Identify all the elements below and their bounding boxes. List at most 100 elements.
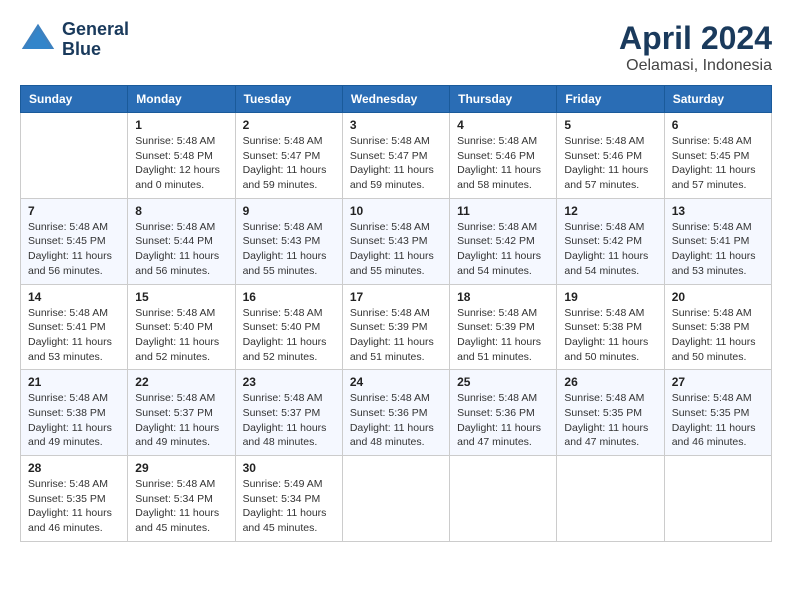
day-number: 6 [672,118,764,132]
day-number: 22 [135,375,227,389]
day-number: 16 [243,290,335,304]
day-number: 14 [28,290,120,304]
calendar-cell: 29 Sunrise: 5:48 AMSunset: 5:34 PMDayligh… [128,456,235,542]
day-number: 1 [135,118,227,132]
day-info: Sunrise: 5:48 AMSunset: 5:45 PMDaylight:… [672,134,764,193]
day-number: 25 [457,375,549,389]
weekday-header: Saturday [664,86,771,113]
calendar-week-row: 14 Sunrise: 5:48 AMSunset: 5:41 PMDayligh… [21,284,772,370]
day-number: 27 [672,375,764,389]
calendar-header-row: SundayMondayTuesdayWednesdayThursdayFrid… [21,86,772,113]
calendar-cell: 5 Sunrise: 5:48 AMSunset: 5:46 PMDaylight… [557,113,664,199]
location-subtitle: Oelamasi, Indonesia [619,57,772,75]
day-info: Sunrise: 5:49 AMSunset: 5:34 PMDaylight:… [243,477,335,536]
calendar-cell: 16 Sunrise: 5:48 AMSunset: 5:40 PMDayligh… [235,284,342,370]
calendar-cell [450,456,557,542]
day-info: Sunrise: 5:48 AMSunset: 5:38 PMDaylight:… [672,306,764,365]
day-number: 3 [350,118,442,132]
day-info: Sunrise: 5:48 AMSunset: 5:41 PMDaylight:… [28,306,120,365]
day-info: Sunrise: 5:48 AMSunset: 5:46 PMDaylight:… [564,134,656,193]
calendar-cell: 28Sunrise: 5:48 AMSunset: 5:35 PMDayligh… [21,456,128,542]
day-info: Sunrise: 5:48 AMSunset: 5:47 PMDaylight:… [350,134,442,193]
day-info: Sunrise: 5:48 AMSunset: 5:35 PMDaylight:… [564,391,656,450]
day-info: Sunrise: 5:48 AMSunset: 5:39 PMDaylight:… [350,306,442,365]
calendar-cell: 6 Sunrise: 5:48 AMSunset: 5:45 PMDaylight… [664,113,771,199]
page-header: General Blue April 2024 Oelamasi, Indone… [20,20,772,75]
day-info: Sunrise: 5:48 AMSunset: 5:45 PMDaylight:… [28,220,120,279]
calendar-cell [664,456,771,542]
calendar-cell: 27 Sunrise: 5:48 AMSunset: 5:35 PMDayligh… [664,370,771,456]
weekday-header: Sunday [21,86,128,113]
day-info: Sunrise: 5:48 AMSunset: 5:41 PMDaylight:… [672,220,764,279]
day-info: Sunrise: 5:48 AMSunset: 5:36 PMDaylight:… [457,391,549,450]
calendar-cell: 11 Sunrise: 5:48 AMSunset: 5:42 PMDayligh… [450,198,557,284]
day-info: Sunrise: 5:48 AMSunset: 5:42 PMDaylight:… [457,220,549,279]
weekday-header: Monday [128,86,235,113]
day-number: 28 [28,461,120,475]
day-number: 7 [28,204,120,218]
day-info: Sunrise: 5:48 AMSunset: 5:37 PMDaylight:… [135,391,227,450]
calendar-cell: 25 Sunrise: 5:48 AMSunset: 5:36 PMDayligh… [450,370,557,456]
calendar-cell [342,456,449,542]
calendar-week-row: 7 Sunrise: 5:48 AMSunset: 5:45 PMDaylight… [21,198,772,284]
logo: General Blue [20,20,129,60]
calendar-cell: 9Sunrise: 5:48 AMSunset: 5:43 PMDaylight… [235,198,342,284]
day-info: Sunrise: 5:48 AMSunset: 5:40 PMDaylight:… [243,306,335,365]
day-info: Sunrise: 5:48 AMSunset: 5:38 PMDaylight:… [564,306,656,365]
day-number: 23 [243,375,335,389]
calendar-cell: 23Sunrise: 5:48 AMSunset: 5:37 PMDayligh… [235,370,342,456]
day-number: 12 [564,204,656,218]
calendar-cell: 14 Sunrise: 5:48 AMSunset: 5:41 PMDayligh… [21,284,128,370]
month-year-title: April 2024 [619,20,772,57]
day-info: Sunrise: 5:48 AMSunset: 5:44 PMDaylight:… [135,220,227,279]
calendar-cell [21,113,128,199]
calendar-cell: 21 Sunrise: 5:48 AMSunset: 5:38 PMDayligh… [21,370,128,456]
calendar-cell: 17Sunrise: 5:48 AMSunset: 5:39 PMDayligh… [342,284,449,370]
day-number: 29 [135,461,227,475]
calendar-cell: 13 Sunrise: 5:48 AMSunset: 5:41 PMDayligh… [664,198,771,284]
day-number: 21 [28,375,120,389]
day-info: Sunrise: 5:48 AMSunset: 5:38 PMDaylight:… [28,391,120,450]
calendar-cell: 2 Sunrise: 5:48 AMSunset: 5:47 PMDaylight… [235,113,342,199]
calendar-cell: 15 Sunrise: 5:48 AMSunset: 5:40 PMDayligh… [128,284,235,370]
day-number: 24 [350,375,442,389]
day-number: 8 [135,204,227,218]
calendar-cell: 24 Sunrise: 5:48 AMSunset: 5:36 PMDayligh… [342,370,449,456]
day-number: 2 [243,118,335,132]
day-info: Sunrise: 5:48 AMSunset: 5:36 PMDaylight:… [350,391,442,450]
calendar-cell: 20 Sunrise: 5:48 AMSunset: 5:38 PMDayligh… [664,284,771,370]
day-info: Sunrise: 5:48 AMSunset: 5:42 PMDaylight:… [564,220,656,279]
day-info: Sunrise: 5:48 AMSunset: 5:48 PMDaylight:… [135,134,227,193]
day-number: 13 [672,204,764,218]
day-info: Sunrise: 5:48 AMSunset: 5:35 PMDaylight:… [672,391,764,450]
calendar-cell: 3 Sunrise: 5:48 AMSunset: 5:47 PMDaylight… [342,113,449,199]
day-info: Sunrise: 5:48 AMSunset: 5:43 PMDaylight:… [350,220,442,279]
calendar-table: SundayMondayTuesdayWednesdayThursdayFrid… [20,85,772,542]
day-number: 19 [564,290,656,304]
logo-text: General Blue [62,20,129,60]
day-number: 4 [457,118,549,132]
day-number: 20 [672,290,764,304]
day-info: Sunrise: 5:48 AMSunset: 5:43 PMDaylight:… [243,220,335,279]
calendar-cell: 10Sunrise: 5:48 AMSunset: 5:43 PMDayligh… [342,198,449,284]
weekday-header: Thursday [450,86,557,113]
day-number: 18 [457,290,549,304]
calendar-week-row: 21 Sunrise: 5:48 AMSunset: 5:38 PMDayligh… [21,370,772,456]
day-number: 15 [135,290,227,304]
calendar-cell: 12 Sunrise: 5:48 AMSunset: 5:42 PMDayligh… [557,198,664,284]
day-info: Sunrise: 5:48 AMSunset: 5:46 PMDaylight:… [457,134,549,193]
day-info: Sunrise: 5:48 AMSunset: 5:40 PMDaylight:… [135,306,227,365]
day-info: Sunrise: 5:48 AMSunset: 5:34 PMDaylight:… [135,477,227,536]
weekday-header: Tuesday [235,86,342,113]
title-block: April 2024 Oelamasi, Indonesia [619,20,772,75]
day-number: 5 [564,118,656,132]
calendar-cell: 18 Sunrise: 5:48 AMSunset: 5:39 PMDayligh… [450,284,557,370]
calendar-week-row: 28Sunrise: 5:48 AMSunset: 5:35 PMDayligh… [21,456,772,542]
day-number: 11 [457,204,549,218]
day-info: Sunrise: 5:48 AMSunset: 5:39 PMDaylight:… [457,306,549,365]
weekday-header: Wednesday [342,86,449,113]
day-number: 30 [243,461,335,475]
day-info: Sunrise: 5:48 AMSunset: 5:47 PMDaylight:… [243,134,335,193]
calendar-cell: 7 Sunrise: 5:48 AMSunset: 5:45 PMDaylight… [21,198,128,284]
day-number: 26 [564,375,656,389]
